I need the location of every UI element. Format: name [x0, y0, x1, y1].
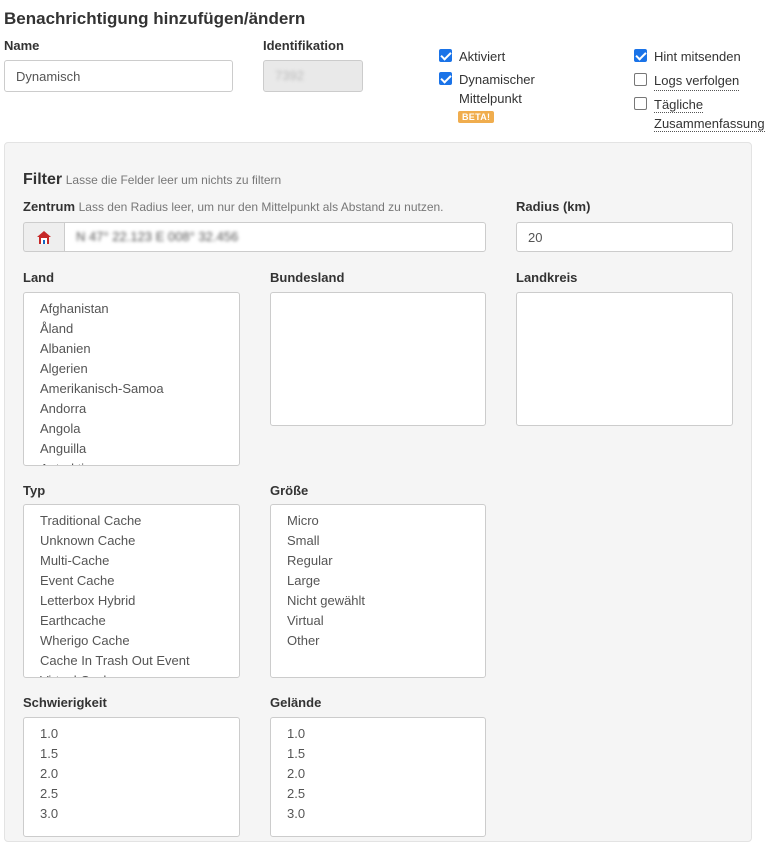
- typ-option[interactable]: Wherigo Cache: [24, 631, 239, 651]
- schwierigkeit-listbox[interactable]: 1.0 1.5 2.0 2.5 3.0: [23, 717, 240, 837]
- typ-option[interactable]: Multi-Cache: [24, 551, 239, 571]
- logs-checkbox[interactable]: [634, 73, 647, 86]
- typ-option[interactable]: Traditional Cache: [24, 511, 239, 531]
- bundesland-listbox[interactable]: [270, 292, 486, 426]
- gelaende-option[interactable]: 3.0: [271, 804, 485, 824]
- page-title: Benachrichtigung hinzufügen/ändern: [4, 9, 306, 28]
- home-icon[interactable]: [23, 222, 64, 252]
- land-option[interactable]: Antarktis: [24, 459, 239, 465]
- id-value: 7392: [275, 68, 304, 83]
- dynamischer-label: Dynamischer Mittelpunkt: [459, 72, 535, 106]
- groesse-option[interactable]: Nicht gewählt: [271, 591, 485, 611]
- land-option[interactable]: Amerikanisch-Samoa: [24, 379, 239, 399]
- id-label: Identifikation: [263, 38, 344, 53]
- bundesland-label: Bundesland: [270, 270, 345, 285]
- typ-listbox[interactable]: Traditional Cache Unknown Cache Multi-Cach…: [23, 504, 240, 678]
- zentrum-input[interactable]: N 47° 22.123 E 008° 32.456: [64, 222, 486, 252]
- radius-label: Radius (km): [516, 199, 591, 214]
- gelaende-option[interactable]: 2.5: [271, 784, 485, 804]
- typ-option[interactable]: Unknown Cache: [24, 531, 239, 551]
- taegliche-checkbox-row[interactable]: Tägliche Zusammenfassung: [634, 95, 765, 133]
- land-option[interactable]: Afghanistan: [24, 299, 239, 319]
- land-option[interactable]: Anguilla: [24, 439, 239, 459]
- land-option[interactable]: Åland: [24, 319, 239, 339]
- land-label: Land: [23, 270, 55, 285]
- groesse-option[interactable]: Small: [271, 531, 485, 551]
- aktiviert-checkbox-row[interactable]: Aktiviert: [439, 47, 505, 66]
- name-input[interactable]: [4, 60, 233, 92]
- gelaende-option[interactable]: 1.5: [271, 744, 485, 764]
- land-option[interactable]: Angola: [24, 419, 239, 439]
- logs-label: Logs verfolgen: [654, 71, 740, 91]
- taegliche-label: Tägliche Zusammenfassung: [654, 97, 765, 132]
- aktiviert-label: Aktiviert: [459, 49, 506, 64]
- schwierigkeit-label: Schwierigkeit: [23, 695, 107, 710]
- groesse-option[interactable]: Micro: [271, 511, 485, 531]
- zentrum-hint: Lass den Radius leer, um nur den Mittelp…: [78, 200, 444, 214]
- schwierigkeit-option[interactable]: 1.5: [24, 744, 239, 764]
- land-option[interactable]: Albanien: [24, 339, 239, 359]
- typ-option[interactable]: Virtual Cache: [24, 671, 239, 677]
- taegliche-checkbox[interactable]: [634, 97, 647, 110]
- typ-label: Typ: [23, 483, 46, 498]
- gelaende-label: Gelände: [270, 695, 322, 710]
- gelaende-listbox[interactable]: 1.0 1.5 2.0 2.5 3.0: [270, 717, 486, 837]
- groesse-option[interactable]: Large: [271, 571, 485, 591]
- typ-option[interactable]: Cache In Trash Out Event: [24, 651, 239, 671]
- id-input: 7392: [263, 60, 363, 92]
- radius-input[interactable]: [516, 222, 733, 252]
- groesse-option[interactable]: Virtual: [271, 611, 485, 631]
- landkreis-label: Landkreis: [516, 270, 578, 285]
- gelaende-option[interactable]: 1.0: [271, 724, 485, 744]
- gelaende-option[interactable]: 2.0: [271, 764, 485, 784]
- hint-checkbox-row[interactable]: Hint mitsenden: [634, 47, 741, 66]
- dynamischer-checkbox-row[interactable]: Dynamischer Mittelpunkt: [439, 70, 535, 108]
- name-label: Name: [4, 38, 40, 53]
- aktiviert-checkbox[interactable]: [439, 49, 452, 62]
- typ-option[interactable]: Letterbox Hybrid: [24, 591, 239, 611]
- landkreis-listbox[interactable]: [516, 292, 733, 426]
- groesse-option[interactable]: Other: [271, 631, 485, 651]
- zentrum-label: Zentrum Lass den Radius leer, um nur den…: [23, 199, 444, 214]
- land-option[interactable]: Andorra: [24, 399, 239, 419]
- typ-option[interactable]: Event Cache: [24, 571, 239, 591]
- hint-checkbox[interactable]: [634, 49, 647, 62]
- zentrum-value: N 47° 22.123 E 008° 32.456: [76, 229, 239, 244]
- filter-heading: Filter Lasse die Felder leer um nichts z…: [23, 171, 282, 188]
- hint-label: Hint mitsenden: [654, 49, 741, 64]
- land-option[interactable]: Algerien: [24, 359, 239, 379]
- land-listbox[interactable]: Afghanistan Åland Albanien Algerien Amerikan…: [23, 292, 240, 466]
- groesse-listbox[interactable]: Micro Small Regular Large Nicht gewählt Virtu…: [270, 504, 486, 678]
- logs-checkbox-row[interactable]: Logs verfolgen: [634, 71, 740, 91]
- groesse-label: Größe: [270, 483, 309, 498]
- schwierigkeit-option[interactable]: 2.5: [24, 784, 239, 804]
- schwierigkeit-option[interactable]: 2.0: [24, 764, 239, 784]
- schwierigkeit-option[interactable]: 3.0: [24, 804, 239, 824]
- typ-option[interactable]: Earthcache: [24, 611, 239, 631]
- schwierigkeit-option[interactable]: 1.0: [24, 724, 239, 744]
- beta-badge: BETA!: [458, 111, 495, 123]
- filter-hint: Lasse die Felder leer um nichts zu filte…: [65, 173, 282, 187]
- dynamischer-checkbox[interactable]: [439, 72, 452, 85]
- groesse-option[interactable]: Regular: [271, 551, 485, 571]
